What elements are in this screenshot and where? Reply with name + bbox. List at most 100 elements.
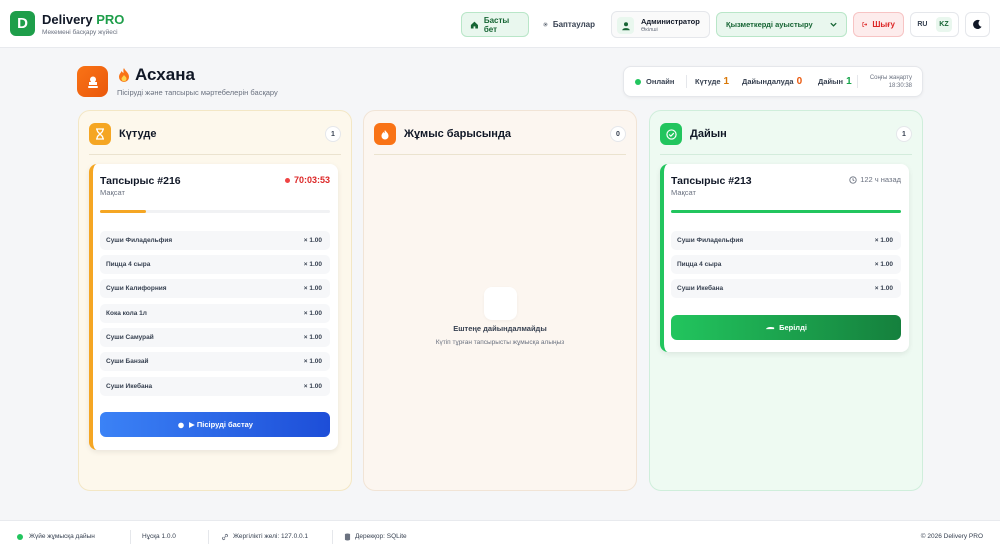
version-label: Нұсқа 1.0.0: [142, 533, 176, 540]
cooking-stat-count: 0: [796, 76, 803, 87]
language-switcher: RU KZ: [910, 12, 959, 37]
status-summary: Онлайн Күтуде 1 Дайындалуда 0 Дайын 1 Соңғы…: [623, 66, 923, 97]
order-item: Пицца 4 сыра × 1.00: [671, 255, 901, 274]
app-header: D Delivery PRO Мекемені басқару жүйесі Б…: [0, 0, 1000, 48]
check-icon: [660, 123, 682, 145]
order-elapsed-value: 122 ч назад: [860, 175, 901, 184]
theme-toggle-button[interactable]: [965, 12, 990, 37]
logout-button[interactable]: Шығу: [853, 12, 904, 37]
footer-divider: [208, 530, 209, 544]
home-button[interactable]: Басты бет: [461, 12, 529, 37]
brand-subtitle: Мекемені басқару жүйесі: [42, 29, 118, 36]
order-item: Суши Филадельфия × 1.00: [671, 231, 901, 250]
last-update-label: Соңғы жаңарту: [869, 74, 912, 81]
database-info-text: Дерекқор: SQLite: [355, 533, 407, 540]
staff-switch-select[interactable]: Қызметкерді ауыстыру: [716, 12, 847, 37]
home-button-label: Басты бет: [483, 15, 510, 34]
logout-icon: [862, 22, 868, 27]
footer-divider: [332, 530, 333, 544]
link-icon: [221, 533, 229, 540]
waiting-stat-label: Күтуде: [695, 77, 721, 86]
order-item-qty: × 1.00: [874, 261, 893, 268]
gear-icon: [543, 22, 548, 27]
start-cooking-label: ▶ Пісіруді бастау: [189, 420, 253, 429]
order-item-qty: × 1.00: [303, 285, 322, 292]
order-item: Суши Калифорния × 1.00: [100, 279, 330, 298]
empty-state-icon: [484, 287, 517, 320]
order-item-qty: × 1.00: [303, 237, 322, 244]
order-card-216[interactable]: Тапсырыс #216 Мақсат 70:03:53 Суши Филад…: [89, 164, 338, 450]
order-item-qty: × 1.00: [303, 310, 322, 317]
home-icon: [470, 21, 478, 29]
chef-hat-icon: [87, 76, 98, 88]
cooking-stat-label: Дайындалуда: [742, 77, 794, 86]
network-info-text: Жергілікті желі: 127.0.0.1: [233, 533, 309, 540]
order-timer-value: 70:03:53: [293, 175, 330, 185]
in-progress-column-header: Жұмыс барысында 0: [374, 123, 626, 147]
flame-small-icon: [178, 422, 184, 428]
waiting-column: Күтуде 1 Тапсырыс #216 Мақсат 70:03:53 С…: [78, 110, 352, 491]
copyright: © 2026 Delivery PRO: [920, 533, 983, 540]
empty-state-subtitle: Күтіп тұрған тапсырысты жұмысқа алыңыз: [435, 339, 565, 346]
brand-name-text: Delivery: [42, 12, 93, 27]
database-info: Дерекқор: SQLite: [344, 521, 407, 552]
order-item: Кока кола 1л × 1.00: [100, 304, 330, 323]
order-item-name: Суши Филадельфия: [106, 237, 173, 244]
order-item-qty: × 1.00: [874, 285, 893, 292]
order-item-name: Кока кола 1л: [106, 310, 147, 317]
in-progress-column-title: Жұмыс барысында: [404, 128, 512, 140]
column-divider: [374, 154, 626, 155]
app-logo[interactable]: D: [10, 11, 35, 36]
network-info: Жергілікті желі: 127.0.0.1: [221, 521, 308, 552]
settings-button[interactable]: Баптаулар: [535, 12, 603, 37]
order-progress-bar: [100, 210, 330, 213]
user-icon: [621, 21, 630, 30]
status-divider: [686, 75, 687, 88]
chevron-down-icon: [830, 22, 837, 27]
ready-stat-label: Дайын: [818, 77, 844, 86]
empty-state-title: Ештеңе дайындалмайды: [453, 324, 547, 333]
order-progress-bar: [671, 210, 901, 213]
ready-column-title: Дайын: [690, 128, 727, 140]
ready-column-header: Дайын 1: [660, 123, 912, 147]
ready-stat-count: 1: [846, 76, 852, 87]
waiting-column-header: Күтуде 1: [89, 123, 341, 147]
app-footer: Жүйе жұмысқа дайын Нұсқа 1.0.0 Жергілікт…: [0, 520, 1000, 552]
order-progress-fill: [671, 210, 901, 213]
handover-icon: [765, 327, 775, 330]
order-item-name: Пицца 4 сыра: [677, 261, 722, 268]
order-item-name: Суши Калифорния: [106, 285, 167, 292]
page-title-text: Асхана: [135, 65, 195, 84]
mark-delivered-button[interactable]: Берілді: [671, 315, 901, 340]
clock-icon: [849, 175, 857, 184]
order-card-213[interactable]: Тапсырыс #213 Мақсат 122 ч назад Суши Фи…: [660, 164, 909, 352]
in-progress-column-count: 0: [610, 126, 626, 142]
database-icon: [344, 533, 351, 540]
order-item-qty: × 1.00: [303, 358, 322, 365]
order-item: Суши Икебана × 1.00: [100, 377, 330, 396]
mark-delivered-label: Берілді: [779, 323, 807, 332]
flame-icon: [374, 123, 396, 145]
online-indicator: Онлайн: [635, 67, 674, 96]
order-item-name: Суши Икебана: [677, 285, 724, 292]
page-title: Асхана: [117, 65, 195, 85]
user-menu[interactable]: Администратор Өкілші: [611, 11, 710, 38]
lang-ru-button[interactable]: RU: [917, 21, 927, 28]
order-item: Суши Икебана × 1.00: [671, 279, 901, 298]
order-item: Суши Филадельфия × 1.00: [100, 231, 330, 250]
order-item-name: Суши Икебана: [106, 383, 153, 390]
ready-column-count: 1: [896, 126, 912, 142]
order-elapsed: 122 ч назад: [849, 175, 901, 184]
settings-button-label: Баптаулар: [552, 20, 595, 29]
order-item-name: Суши Филадельфия: [677, 237, 744, 244]
order-progress-fill: [100, 210, 146, 213]
waiting-stat-count: 1: [723, 76, 730, 87]
moon-icon: [973, 19, 982, 30]
order-item-qty: × 1.00: [303, 261, 322, 268]
status-divider: [857, 75, 858, 88]
user-role: Өкілші: [641, 27, 658, 33]
start-cooking-button[interactable]: ▶ Пісіруді бастау: [100, 412, 330, 437]
lang-kz-button[interactable]: KZ: [936, 17, 952, 32]
order-item: Пицца 4 сыра × 1.00: [100, 255, 330, 274]
waiting-column-title: Күтуде: [119, 128, 157, 140]
